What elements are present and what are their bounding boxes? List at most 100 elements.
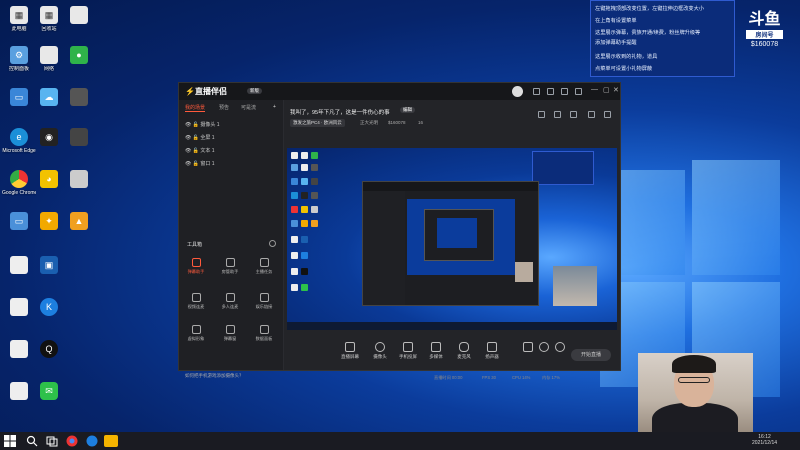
file-icon	[10, 298, 28, 316]
game-category-chip[interactable]: 激发之旅PC4 · 欧洲风云	[290, 119, 345, 127]
desktop-icon-doc2[interactable]	[2, 298, 36, 318]
desktop-icon-recycle[interactable]: ▦ 回收站	[32, 6, 66, 32]
mini-desktop-icon	[291, 152, 298, 159]
stream-preview[interactable]	[287, 148, 617, 330]
settings-button[interactable]	[549, 342, 571, 354]
media-button[interactable]: 多媒体	[425, 342, 447, 360]
tool-avatar[interactable]: 虚拟形象	[185, 325, 207, 342]
desktop-icon-doc4[interactable]	[2, 382, 36, 402]
tab-scenes[interactable]: 我的场景	[185, 104, 206, 112]
cloud-icon: ☁	[40, 88, 58, 106]
system-clock[interactable]: 16:12 2021/12/14	[752, 434, 777, 446]
layout-icon[interactable]	[570, 111, 577, 118]
task-view-icon[interactable]	[46, 435, 58, 447]
app-icon[interactable]	[86, 435, 98, 447]
chat-line: 这里展示弹幕，贵族开通/续费，粉丝牌升级等	[595, 30, 701, 36]
desktop-icon-k[interactable]: K	[32, 298, 66, 318]
avatar[interactable]	[512, 86, 523, 97]
add-scene-button[interactable]: +	[273, 104, 276, 110]
share-icon[interactable]	[604, 111, 611, 118]
video-icon	[191, 293, 201, 302]
search-icon[interactable]	[26, 435, 38, 447]
desktop-icon-doc3[interactable]	[2, 340, 36, 360]
tool-data-panel[interactable]: 数据面板	[253, 325, 275, 342]
tool-danmaku[interactable]: 弹幕助手	[185, 258, 207, 275]
scene-panel: 我的场景 预告 可是流 + 👁 🔓 摄像头 1 👁 🔓 全屏 1 👁 🔓 文本 …	[179, 100, 284, 378]
eye-icon[interactable]: 👁	[185, 122, 191, 128]
desktop-icon-qq[interactable]: Q	[32, 340, 66, 360]
tool-tasks[interactable]: 主播任务	[253, 258, 275, 275]
mail-icon[interactable]	[561, 88, 568, 95]
scene-item[interactable]: 👁 🔓 窗口 1	[185, 160, 215, 167]
desktop-icon-app6[interactable]: ▣	[32, 256, 66, 276]
message-icon[interactable]	[533, 88, 540, 95]
lock-icon[interactable]	[554, 111, 561, 118]
desktop-icon-app3[interactable]: ◕	[32, 170, 66, 190]
mini-desktop-icon	[291, 284, 298, 291]
desktop-icon-this-pc[interactable]: ▦ 此电脑	[2, 6, 36, 32]
scene-item[interactable]: 👁 🔓 全屏 1	[185, 134, 215, 141]
tool-entertainment[interactable]: 娱乐链接	[253, 293, 275, 310]
tool-video-link[interactable]: 视频连麦	[185, 293, 207, 310]
image-icon	[70, 170, 88, 188]
eye-icon[interactable]: 👁	[185, 148, 191, 154]
tool-danmaku-window[interactable]: 弹幕窗	[219, 325, 241, 342]
desktop-icon-photo[interactable]	[62, 88, 96, 108]
nested-title	[363, 182, 538, 191]
desktop-icon-photo2[interactable]	[62, 128, 96, 148]
tab-stream[interactable]: 可是流	[241, 104, 256, 111]
eye-icon[interactable]: 👁	[185, 161, 191, 167]
lock-icon[interactable]: 🔓	[193, 148, 199, 154]
microphone-button[interactable]: 麦克风	[453, 342, 475, 360]
more-icon[interactable]	[269, 240, 276, 247]
desktop-icon-chrome[interactable]: Google Chrome	[2, 170, 36, 196]
desktop-icon-app4[interactable]: ✦	[32, 212, 66, 232]
chart-icon[interactable]	[547, 88, 554, 95]
desktop-icon-app2[interactable]: ◉	[32, 128, 66, 148]
desktop-icon-folder[interactable]	[62, 6, 96, 26]
scene-item[interactable]: 👁 🔓 文本 1	[185, 147, 215, 154]
app-icon: ●	[70, 46, 88, 64]
close-icon[interactable]: ✕	[613, 86, 619, 94]
lock-icon[interactable]: 🔓	[193, 161, 199, 167]
desktop-icon-monitor[interactable]: ▭	[2, 88, 36, 108]
desktop-icon-app[interactable]: ●	[62, 46, 96, 66]
eye-icon[interactable]: 👁	[185, 135, 191, 141]
help-hint[interactable]: 如何把手机游戏添加摄像头？	[185, 373, 244, 379]
desktop-icon-app5[interactable]: ▲	[62, 212, 96, 232]
tool-multi-link[interactable]: 多人连麦	[219, 293, 241, 310]
desktop-icon-cloud[interactable]: ☁	[32, 88, 66, 108]
minimize-icon[interactable]: —	[591, 86, 598, 93]
desktop-icon-network[interactable]: 网络	[32, 46, 66, 72]
tool-room-admin[interactable]: 房管助手	[219, 258, 241, 275]
app-icon: ◉	[40, 128, 58, 146]
mini-desktop-icon	[311, 220, 318, 227]
windows-start-icon[interactable]	[4, 435, 16, 447]
desktop-icon-control[interactable]: ⚙ 控制面板	[2, 46, 36, 72]
screen-capture-button[interactable]: 直播屏幕	[339, 342, 361, 360]
chrome-icon[interactable]	[66, 435, 78, 447]
phone-cast-button[interactable]: 手机投屏	[397, 342, 419, 360]
desktop-icon-pc[interactable]: ▭	[2, 212, 36, 232]
desktop-icon-edge[interactable]: e Microsoft Edge	[2, 128, 36, 154]
maximize-icon[interactable]: ▢	[603, 86, 610, 94]
settings-icon[interactable]	[575, 88, 582, 95]
avatar-icon	[191, 325, 201, 334]
lock-icon[interactable]: 🔓	[193, 122, 199, 128]
speaker-button[interactable]: 扬声器	[481, 342, 503, 360]
bell-icon[interactable]	[588, 111, 595, 118]
desktop-icon-photo3[interactable]	[62, 170, 96, 190]
desktop-icon-doc[interactable]	[2, 256, 36, 276]
mini-desktop-icon	[291, 252, 298, 259]
camera-button[interactable]: 摄像头	[369, 342, 391, 360]
start-live-button[interactable]: 开始直播	[571, 349, 611, 361]
edit-button[interactable]: 编辑	[400, 107, 415, 113]
live-companion-taskbar-icon[interactable]	[104, 435, 118, 447]
lock-icon[interactable]: 🔓	[193, 135, 199, 141]
scene-item[interactable]: 👁 🔓 摄像头 1	[185, 121, 220, 128]
desktop-icon-wechat[interactable]: ✉	[32, 382, 66, 402]
title-bar: ⚡直播伴侣 新版 — ▢ ✕	[179, 83, 620, 100]
tab-preview[interactable]: 预告	[219, 104, 229, 111]
record-icon[interactable]	[538, 111, 545, 118]
danmaku-overlay[interactable]: 左键拖拽顶部改变位置，左键拉伸边框改变大小 在上角有设置菜单 这里展示弹幕，贵族…	[590, 0, 735, 77]
